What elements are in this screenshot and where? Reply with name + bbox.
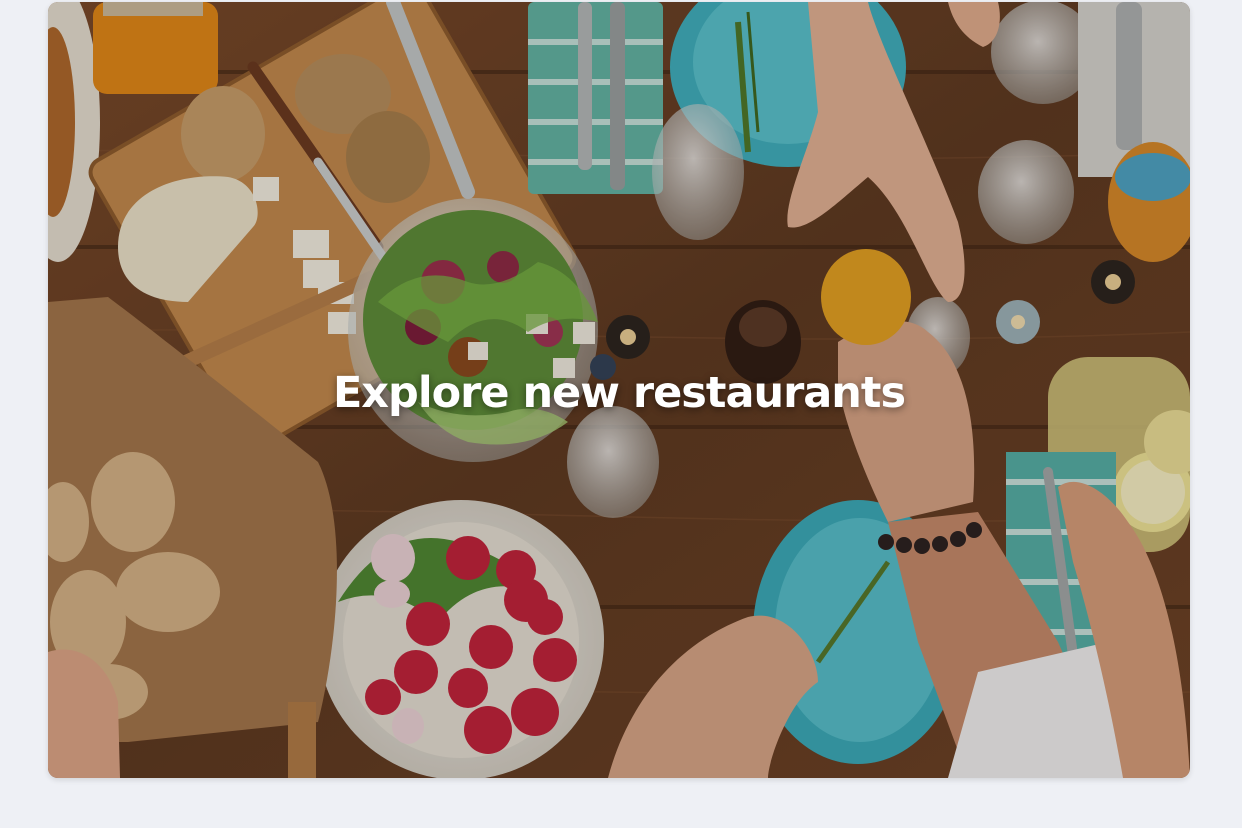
- hero-title: Explore new restaurants: [332, 368, 906, 418]
- hero-banner[interactable]: Explore new restaurants: [48, 2, 1190, 778]
